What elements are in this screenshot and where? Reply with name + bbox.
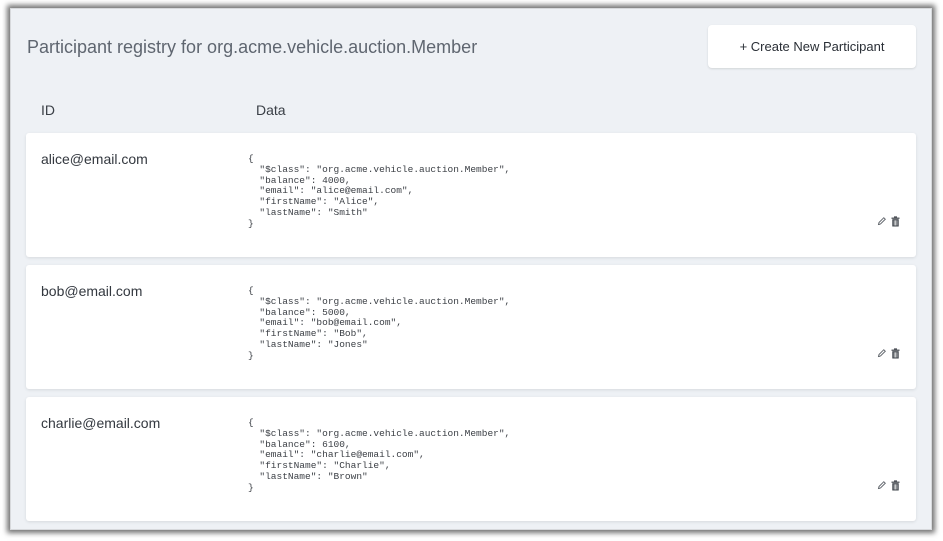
participant-data: { "$class": "org.acme.vehicle.auction.Me… [248, 153, 511, 229]
column-header-id: ID [41, 102, 55, 118]
participant-row: bob@email.com { "$class": "org.acme.vehi… [26, 265, 916, 389]
trash-icon[interactable] [890, 347, 900, 359]
participant-row: charlie@email.com { "$class": "org.acme.… [26, 397, 916, 521]
row-actions [877, 347, 900, 359]
page-title: Participant registry for org.acme.vehicl… [27, 37, 478, 57]
column-header-data: Data [256, 102, 286, 118]
participant-id: charlie@email.com [41, 415, 161, 431]
create-participant-button[interactable]: + Create New Participant [708, 25, 916, 68]
pencil-icon[interactable] [877, 347, 887, 359]
pencil-icon[interactable] [877, 479, 887, 491]
participant-id: alice@email.com [41, 151, 148, 167]
row-actions [877, 215, 900, 227]
participant-id: bob@email.com [41, 283, 143, 299]
registry-window: Participant registry for org.acme.vehicl… [10, 8, 932, 530]
participant-data: { "$class": "org.acme.vehicle.auction.Me… [248, 285, 511, 361]
trash-icon[interactable] [890, 479, 900, 491]
row-actions [877, 479, 900, 491]
trash-icon[interactable] [890, 215, 900, 227]
participant-list: alice@email.com { "$class": "org.acme.ve… [26, 133, 916, 529]
pencil-icon[interactable] [877, 215, 887, 227]
participant-row: alice@email.com { "$class": "org.acme.ve… [26, 133, 916, 257]
participant-data: { "$class": "org.acme.vehicle.auction.Me… [248, 417, 511, 493]
